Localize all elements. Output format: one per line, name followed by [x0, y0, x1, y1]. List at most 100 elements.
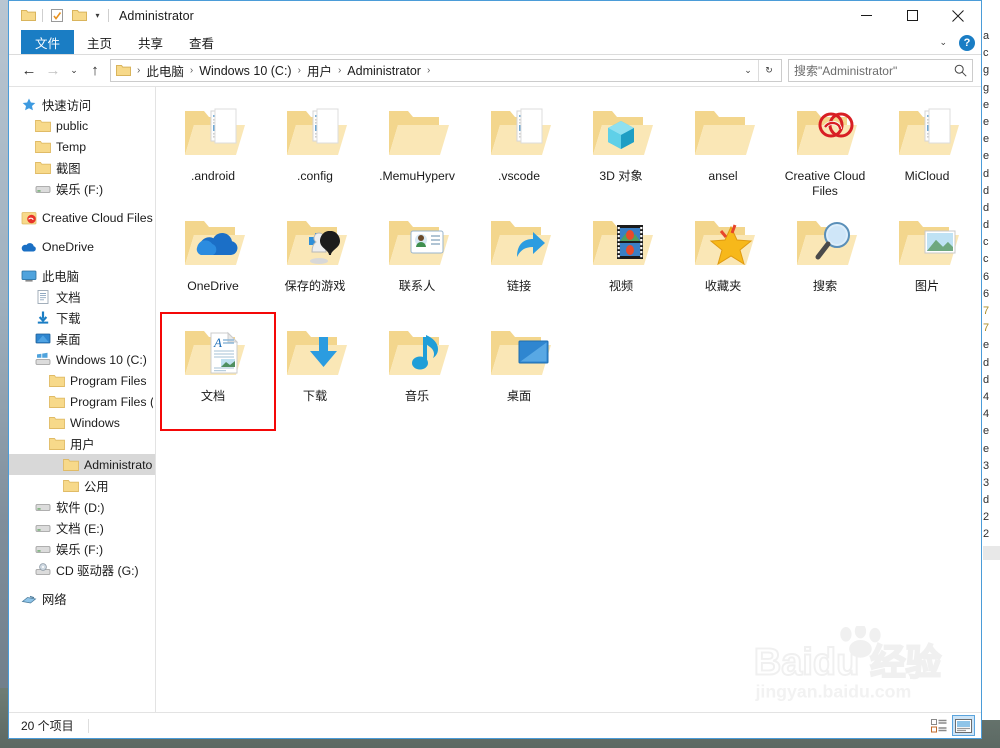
background-window-line: a — [983, 30, 990, 42]
file-item-micloud[interactable]: MiCloud — [876, 93, 978, 203]
breadcrumb-item-users[interactable]: 用户 — [305, 61, 334, 80]
up-button[interactable]: ↑ — [83, 59, 107, 83]
background-window-line: e — [983, 150, 990, 163]
tab-view[interactable]: 查看 — [176, 30, 227, 54]
file-item-creative-cloud-files[interactable]: Creative Cloud Files — [774, 93, 876, 203]
file-item-item[interactable]: 保存的游戏 — [264, 203, 366, 313]
maximize-button[interactable] — [889, 1, 935, 30]
breadcrumb-item-this-pc[interactable]: 此电脑 — [144, 61, 186, 80]
sidebar-item-d[interactable]: 软件 (D:) — [9, 496, 155, 517]
breadcrumb-separator[interactable]: › — [334, 65, 345, 76]
sidebar-item-temp[interactable]: Temp — [9, 136, 155, 157]
help-icon[interactable]: ? — [959, 34, 975, 51]
search-input[interactable]: 搜索"Administrator" — [794, 62, 954, 79]
search-box[interactable]: 搜索"Administrator" — [788, 59, 973, 82]
sidebar-item-windows-10-c[interactable]: Windows 10 (C:) — [9, 349, 155, 370]
file-item-item[interactable]: 链接 — [468, 203, 570, 313]
forward-button[interactable]: → — [41, 59, 65, 83]
sidebar-item-public[interactable]: public — [9, 115, 155, 136]
file-item-ansel[interactable]: ansel — [672, 93, 774, 203]
file-item-label: .android — [190, 169, 236, 183]
background-window[interactable]: acggeeeeddddcc6677edd44ee33d22 — [981, 0, 1000, 720]
nav-group-onedrive[interactable]: OneDrive — [9, 236, 155, 257]
file-item-3d[interactable]: 3D 对象 — [570, 93, 672, 203]
sidebar-item-item[interactable]: 文档 — [9, 286, 155, 307]
sidebar-item-program-files-x[interactable]: Program Files (x — [9, 391, 155, 412]
tab-share[interactable]: 共享 — [125, 30, 176, 54]
qat-separator-2 — [108, 9, 109, 22]
breadcrumb-separator[interactable]: › — [294, 65, 305, 76]
file-item-label: 搜索 — [812, 279, 838, 293]
window-title: Administrator — [119, 8, 194, 23]
minimize-button[interactable] — [843, 1, 889, 30]
file-item-item[interactable]: 桌面 — [468, 313, 570, 423]
sidebar-item-label: 用户 — [70, 437, 95, 452]
nav-group-item[interactable]: 快速访问 — [9, 94, 155, 115]
qat-dropdown-chevron-icon[interactable]: ▾ — [90, 5, 105, 27]
nav-group-item[interactable]: 网络 — [9, 588, 155, 609]
background-window-line: 7 — [983, 305, 990, 317]
navigation-pane[interactable]: 快速访问 public Temp 截图 娱乐 (F:) Creative Cloud … — [9, 87, 156, 712]
back-button[interactable]: ← — [17, 59, 41, 83]
breadcrumb-item-drive-c[interactable]: Windows 10 (C:) — [197, 64, 293, 78]
sidebar-item-f[interactable]: 娱乐 (F:) — [9, 178, 155, 199]
file-item-vscode[interactable]: .vscode — [468, 93, 570, 203]
file-item-memuhyperv[interactable]: .MemuHyperv — [366, 93, 468, 203]
breadcrumb-item-administrator[interactable]: Administrator — [345, 64, 423, 78]
sidebar-item-e[interactable]: 文档 (E:) — [9, 517, 155, 538]
folder-videos-icon — [589, 209, 653, 273]
file-list-pane[interactable]: .android .config .MemuHyperv .vscode 3D … — [156, 87, 981, 712]
tab-file[interactable]: 文件 — [21, 30, 75, 54]
sidebar-item-cd-g[interactable]: CD 驱动器 (G:) — [9, 559, 155, 580]
sidebar-item-administrator[interactable]: Administrator — [9, 454, 155, 475]
sidebar-item-label: 快速访问 — [42, 98, 92, 113]
qat-properties-icon[interactable] — [46, 5, 68, 27]
file-item-item[interactable]: 图片 — [876, 203, 978, 313]
tab-home[interactable]: 主页 — [74, 30, 125, 54]
search-icon — [954, 64, 967, 77]
nav-group-creative-cloud-files[interactable]: Creative Cloud Files — [9, 207, 155, 228]
sidebar-item-item[interactable]: 下载 — [9, 307, 155, 328]
nav-group-item[interactable]: 此电脑 — [9, 265, 155, 286]
sidebar-item-item[interactable]: 用户 — [9, 433, 155, 454]
file-item-item[interactable]: 联系人 — [366, 203, 468, 313]
ribbon-collapse-chevron-icon[interactable]: ⌄ — [936, 37, 950, 48]
recent-locations-button[interactable]: ⌄ — [65, 59, 83, 83]
qat-new-folder-icon[interactable] — [68, 5, 90, 27]
sidebar-item-windows[interactable]: Windows — [9, 412, 155, 433]
background-window-line: c — [983, 47, 989, 60]
background-window-line: d — [983, 201, 990, 214]
background-window-line: e — [983, 425, 990, 438]
qat-folder-icon[interactable] — [17, 5, 39, 27]
breadcrumb-separator-trailing[interactable]: › — [423, 65, 434, 76]
sidebar-item-program-files[interactable]: Program Files — [9, 370, 155, 391]
address-history-dropdown-icon[interactable]: ⌄ — [738, 60, 758, 81]
file-item-item[interactable]: 收藏夹 — [672, 203, 774, 313]
file-item-item[interactable]: A 文档 — [162, 313, 264, 423]
background-window-line: c — [983, 236, 989, 249]
breadcrumb-separator[interactable]: › — [133, 65, 144, 76]
file-item-android[interactable]: .android — [162, 93, 264, 203]
address-breadcrumb-box[interactable]: › 此电脑 › Windows 10 (C:) › 用户 › Administr… — [110, 59, 782, 82]
file-item-onedrive[interactable]: OneDrive — [162, 203, 264, 313]
details-view-button[interactable] — [927, 715, 950, 736]
file-item-item[interactable]: 搜索 — [774, 203, 876, 313]
large-icons-view-button[interactable] — [952, 715, 975, 736]
folder-savedgames-icon — [283, 209, 347, 273]
sidebar-item-item[interactable]: 公用 — [9, 475, 155, 496]
sidebar-item-label: 娱乐 (F:) — [56, 182, 104, 197]
sidebar-item-label: 下载 — [56, 311, 81, 326]
explorer-body: 快速访问 public Temp 截图 娱乐 (F:) Creative Cloud … — [9, 86, 981, 712]
folder-plain-icon — [385, 99, 449, 163]
file-item-item[interactable]: 音乐 — [366, 313, 468, 423]
file-item-item[interactable]: 视频 — [570, 203, 672, 313]
sidebar-item-item[interactable]: 截图 — [9, 157, 155, 178]
refresh-icon[interactable]: ↻ — [759, 60, 779, 81]
sidebar-item-item[interactable]: 桌面 — [9, 328, 155, 349]
breadcrumb-separator[interactable]: › — [186, 65, 197, 76]
file-item-config[interactable]: .config — [264, 93, 366, 203]
sidebar-item-label: Creative Cloud Files — [42, 210, 153, 225]
sidebar-item-f[interactable]: 娱乐 (F:) — [9, 538, 155, 559]
file-item-item[interactable]: 下载 — [264, 313, 366, 423]
close-button[interactable] — [935, 1, 981, 30]
